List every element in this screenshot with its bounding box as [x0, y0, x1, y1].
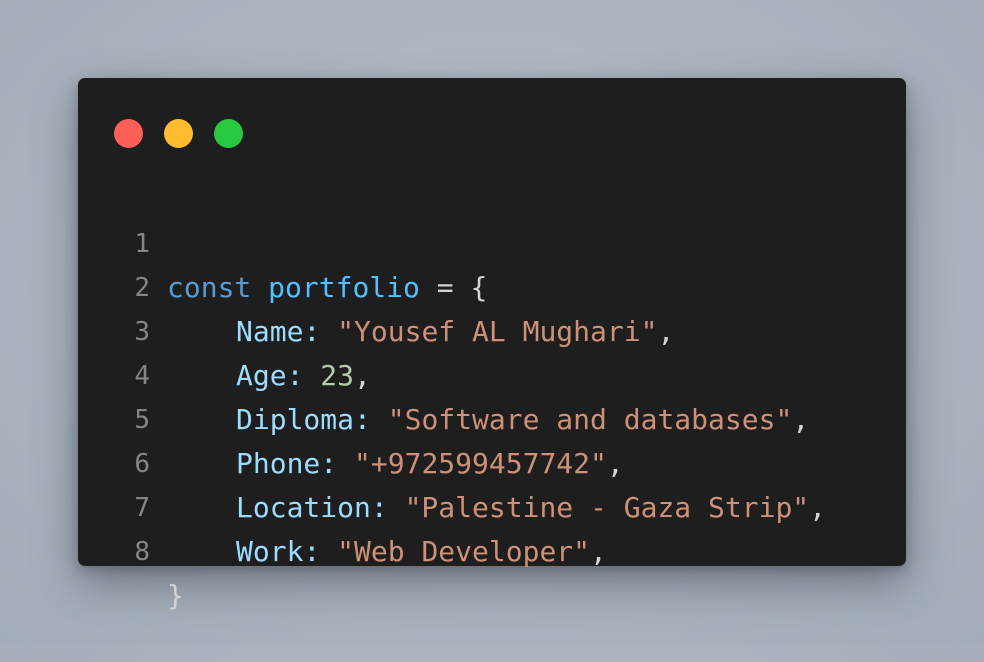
- line-content: }: [167, 574, 184, 618]
- maximize-dot-icon[interactable]: [214, 119, 243, 148]
- line-number: 8: [134, 537, 150, 567]
- close-dot-icon[interactable]: [114, 119, 143, 148]
- code-line-4: 4 Diploma: "Software and databases",: [78, 310, 906, 436]
- code-block: 1 const portfolio = { 2 Name: "Yousef AL…: [78, 178, 906, 612]
- property-value: "Web Developer": [337, 535, 591, 568]
- code-line-8: 8 }: [78, 486, 906, 612]
- trailing-comma: ,: [590, 535, 607, 568]
- property-colon: :: [303, 535, 338, 568]
- code-window: 1 const portfolio = { 2 Name: "Yousef AL…: [78, 78, 906, 612]
- code-line-5: 5 Phone: "+972599457742",: [78, 354, 906, 480]
- code-line-2: 2 Name: "Yousef AL Mughari",: [78, 222, 906, 348]
- code-line-1: 1 const portfolio = {: [78, 178, 906, 304]
- property-key: Work: [236, 535, 304, 568]
- closing-brace: }: [167, 579, 184, 612]
- line-content: Work: "Web Developer",: [167, 530, 607, 574]
- minimize-dot-icon[interactable]: [164, 119, 193, 148]
- code-line-3: 3 Age: 23,: [78, 266, 906, 392]
- code-line-6: 6 Location: "Palestine - Gaza Strip",: [78, 398, 906, 524]
- code-line-7: 7 Work: "Web Developer",: [78, 442, 906, 568]
- window-controls: [114, 119, 243, 148]
